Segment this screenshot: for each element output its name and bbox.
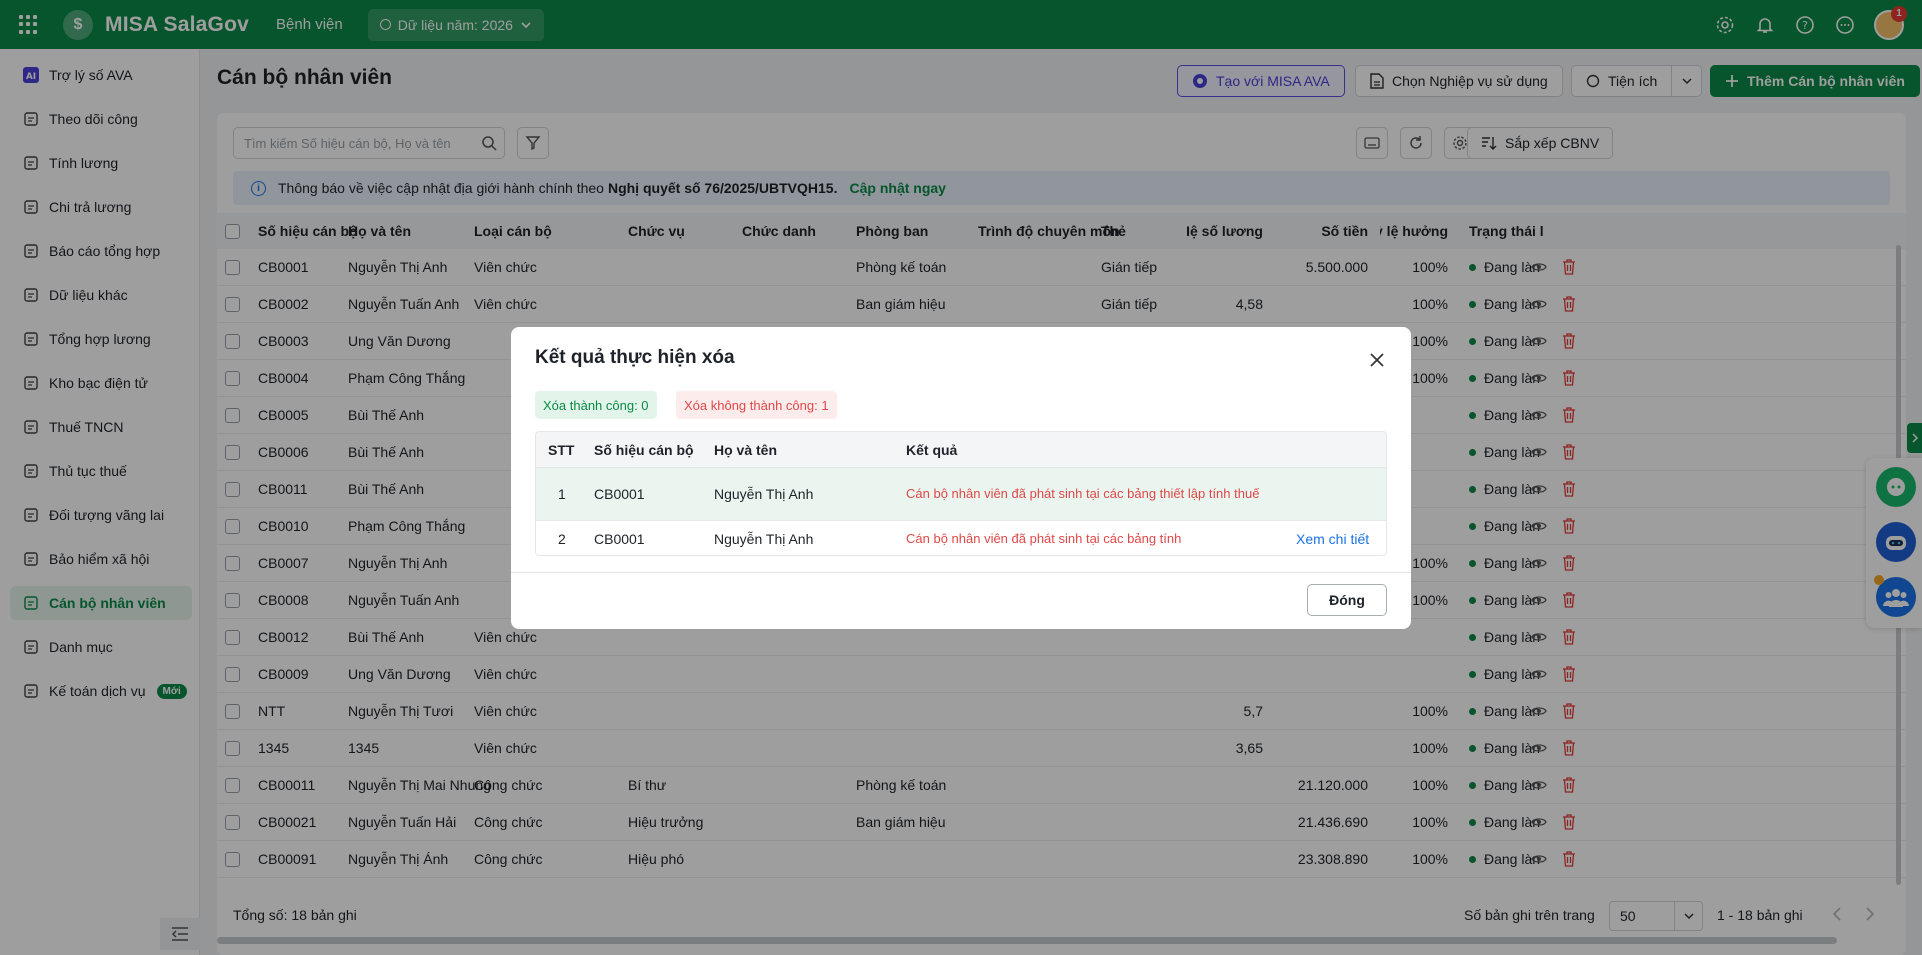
col-result: Kết quả	[906, 441, 958, 458]
result-name: Nguyễn Thị Anh	[714, 486, 814, 502]
result-table: STT Số hiệu cán bộ Họ và tên Kết quả 1 C…	[535, 431, 1387, 556]
result-code: CB0001	[594, 486, 645, 502]
success-count-tag: Xóa thành công: 0	[535, 391, 657, 419]
view-detail-link[interactable]: Xem chi tiết	[1296, 521, 1369, 555]
result-message: Cán bộ nhân viên đã phát sinh tại các bả…	[906, 486, 1260, 501]
dialog-divider	[511, 572, 1411, 573]
col-stt: STT	[548, 441, 575, 458]
result-row: 2 CB0001 Nguyễn Thị Anh Cán bộ nhân viên…	[536, 520, 1386, 555]
delete-result-dialog: Kết quả thực hiện xóa Xóa thành công: 0 …	[511, 327, 1411, 629]
result-message: Cán bộ nhân viên đã phát sinh tại các bả…	[906, 531, 1182, 546]
col-code: Số hiệu cán bộ	[594, 441, 694, 458]
fail-count-tag: Xóa không thành công: 1	[676, 391, 837, 419]
result-stt: 2	[558, 531, 566, 547]
close-button[interactable]: Đóng	[1307, 584, 1387, 616]
result-name: Nguyễn Thị Anh	[714, 531, 814, 547]
close-icon[interactable]	[1366, 349, 1388, 371]
col-name: Họ và tên	[714, 441, 778, 458]
result-table-header: STT Số hiệu cán bộ Họ và tên Kết quả	[536, 432, 1386, 467]
result-stt: 1	[558, 486, 566, 502]
dialog-title: Kết quả thực hiện xóa	[535, 347, 735, 368]
result-row: 1 CB0001 Nguyễn Thị Anh Cán bộ nhân viên…	[536, 467, 1386, 520]
result-code: CB0001	[594, 531, 645, 547]
